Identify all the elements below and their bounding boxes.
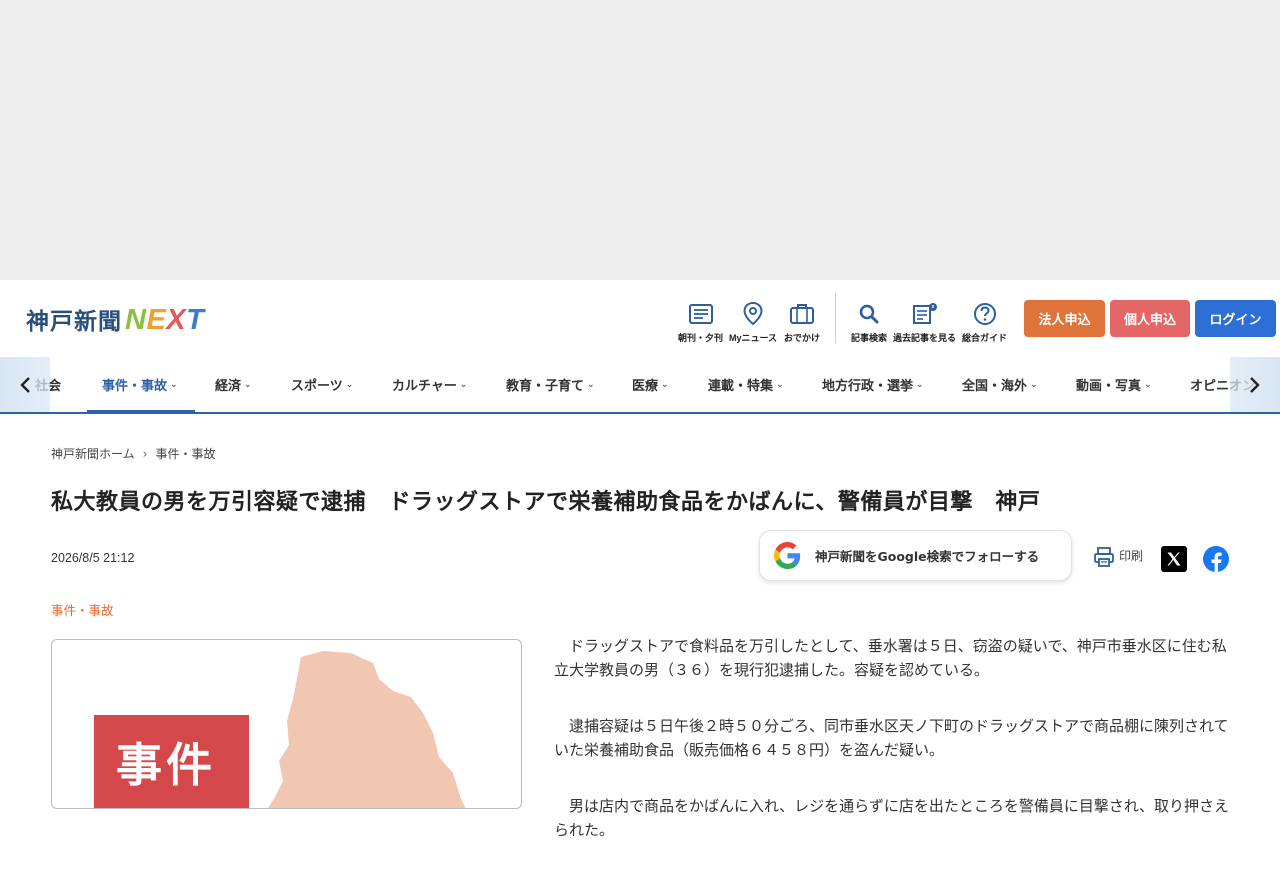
share-x-button[interactable] [1161, 546, 1187, 572]
breadcrumb-current[interactable]: 事件・事故 [155, 445, 215, 462]
nav-item-medical[interactable]: 医療 ⌄ [632, 357, 669, 412]
global-nav: 社会 事件・事故⌄ 経済⌄ スポーツ⌄ カルチャー⌄ 教育・子育て⌄ 医療⌄ 連… [0, 357, 1280, 414]
nav-search[interactable]: 記事検索 [851, 300, 887, 344]
print-button[interactable]: 印刷 [1093, 546, 1143, 568]
help-icon [971, 300, 999, 328]
nav-item-label: スポーツ [291, 379, 343, 394]
chevron-right-icon [1250, 376, 1260, 393]
article-paragraph: 逮捕容疑は５日午後２時５０分ごろ、同市垂水区天ノ下町のドラッグストアで商品棚に陳… [554, 717, 1229, 759]
nav-item-label: 医療 [632, 379, 659, 394]
nav-guide[interactable]: 総合ガイド [962, 300, 1007, 344]
chevron-down-icon: ⌄ [1030, 379, 1038, 390]
facebook-icon [1211, 552, 1222, 572]
nav-label: 記事検索 [851, 333, 888, 343]
nav-label: 総合ガイド [962, 333, 1008, 343]
nav-outing[interactable]: おでかけ [784, 300, 820, 344]
google-follow-label: 神戸新聞をGoogle検索でフォローする [815, 549, 1040, 564]
chevron-down-icon: ⌄ [244, 379, 252, 390]
nav-item-economy[interactable]: 経済 ⌄ [215, 357, 252, 412]
chevron-down-icon: ⌄ [587, 379, 595, 390]
google-icon [774, 542, 801, 569]
login-button[interactable]: ログイン [1195, 300, 1276, 337]
nav-item-education[interactable]: 教育・子育て ⌄ [506, 357, 595, 412]
newspaper-icon [687, 300, 715, 328]
nav-item-series[interactable]: 連載・特集 ⌄ [708, 357, 784, 412]
map-pin-icon [739, 300, 767, 328]
article-date: 2026/8/5 21:12 [51, 551, 135, 565]
nav-item-label: カルチャー [392, 379, 457, 394]
google-follow-button[interactable]: 神戸新聞をGoogle検索でフォローする [759, 530, 1072, 581]
logo-next-letter: N [125, 304, 147, 336]
breadcrumb-separator: › [142, 446, 148, 461]
article-paragraph: ドラッグストアで食料品を万引したとして、垂水署は５日、窃盗の疑いで、神戸市垂水区… [554, 637, 1227, 679]
nav-item-culture[interactable]: カルチャー ⌄ [392, 357, 467, 412]
chevron-down-icon: ⌄ [776, 379, 784, 390]
nav-item-local-gov[interactable]: 地方行政・選挙 ⌄ [822, 357, 924, 412]
nav-label: おでかけ [784, 333, 821, 343]
nav-item-label: 全国・海外 [962, 379, 1028, 394]
nav-mynews[interactable]: Myニュース [729, 300, 777, 344]
incident-tag-label: 事件 [116, 738, 216, 792]
logo-next-letter: X [166, 304, 187, 336]
logo-text: 神戸新聞 [26, 309, 122, 335]
nav-item-label: 教育・子育て [506, 379, 585, 394]
nav-item-sports[interactable]: スポーツ ⌄ [291, 357, 353, 412]
suitcase-icon [788, 300, 816, 328]
nav-archive[interactable]: 過去記事を見る [893, 300, 956, 344]
logo-next-letter: E [146, 304, 167, 336]
chevron-down-icon: ⌄ [345, 379, 354, 390]
chevron-down-icon: ⌄ [1144, 379, 1152, 390]
nav-scroll-right-button[interactable] [1230, 357, 1280, 412]
incident-tag: 事件 [94, 715, 249, 808]
chevron-down-icon: ⌄ [916, 379, 924, 390]
nav-label: 過去記事を見る [893, 333, 957, 343]
site-header: 神戸新聞 NEXT 朝刊・夕刊 Myニュース おでかけ 記事検索 過去記事を見る [0, 280, 1280, 357]
chevron-down-icon: ⌄ [661, 379, 669, 390]
article-body: ドラッグストアで食料品を万引したとして、垂水署は５日、窃盗の疑いで、神戸市垂水区… [554, 634, 1234, 874]
nav-item-incidents[interactable]: 事件・事故 ⌄ [87, 357, 195, 413]
nav-item-label: 連載・特集 [708, 379, 774, 394]
nav-newspaper[interactable]: 朝刊・夕刊 [678, 300, 723, 344]
corporate-signup-button[interactable]: 法人申込 [1024, 300, 1105, 337]
article-category[interactable]: 事件・事故 [51, 600, 114, 619]
nav-scroll-left-button[interactable] [0, 357, 50, 412]
nav-label: Myニュース [729, 333, 778, 343]
article-headline: 私大教員の男を万引容疑で逮捕 ドラッグストアで栄養補助食品をかばんに、警備員が目… [51, 490, 1041, 515]
ad-area [0, 0, 1280, 280]
breadcrumb-home[interactable]: 神戸新聞ホーム [51, 445, 135, 462]
print-label: 印刷 [1119, 549, 1144, 563]
nav-item-label: 動画・写真 [1076, 379, 1142, 394]
breadcrumb: 神戸新聞ホーム › 事件・事故 [51, 445, 215, 462]
nav-item-label: 地方行政・選挙 [822, 379, 914, 394]
printer-icon [1094, 547, 1114, 567]
header-divider [835, 293, 836, 343]
logo-next-letter: T [186, 304, 205, 336]
logo-next: NEXT [125, 304, 204, 337]
nav-item-national[interactable]: 全国・海外 ⌄ [962, 357, 1038, 412]
site-logo[interactable]: 神戸新聞 NEXT [26, 302, 204, 337]
photo-image: 事件 [61, 649, 514, 808]
personal-signup-button[interactable]: 個人申込 [1110, 300, 1190, 337]
search-icon [855, 300, 883, 328]
share-facebook-button[interactable] [1203, 546, 1229, 572]
archive-icon [911, 300, 939, 328]
chevron-down-icon: ⌄ [170, 379, 178, 390]
x-logo-icon [1167, 552, 1181, 566]
chevron-down-icon: ⌄ [459, 379, 468, 390]
nav-label: 朝刊・夕刊 [678, 333, 724, 343]
chevron-left-icon [20, 376, 30, 393]
nav-item-label: 事件・事故 [102, 379, 168, 394]
article-paragraph: 男は店内で商品をかばんに入れ、レジを通らずに店を出たところを警備員に目撃され、取… [554, 797, 1230, 839]
nav-item-label: 経済 [215, 379, 242, 394]
article-photo[interactable]: 事件 [51, 639, 522, 809]
nav-item-video[interactable]: 動画・写真 ⌄ [1076, 357, 1152, 412]
